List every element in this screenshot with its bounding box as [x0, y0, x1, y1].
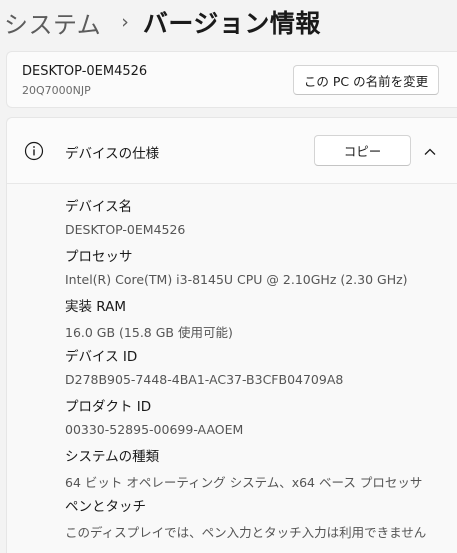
- device-name-card: DESKTOP-0EM4526 20Q7000NJP この PC の名前を変更: [6, 51, 457, 108]
- device-specs-card: デバイスの仕様 コピー デバイス名 DESKTOP-0EM4526 プロセッサ …: [6, 117, 457, 553]
- chevron-up-icon[interactable]: [421, 143, 439, 161]
- copy-button[interactable]: コピー: [314, 135, 411, 166]
- breadcrumb-parent[interactable]: システム: [0, 5, 101, 40]
- device-model: 20Q7000NJP: [22, 84, 91, 97]
- spec-label-ram: 実装 RAM: [65, 299, 127, 315]
- spec-label-product-id: プロダクト ID: [65, 399, 152, 415]
- device-name: DESKTOP-0EM4526: [22, 64, 148, 79]
- breadcrumb: システム › バージョン情報: [0, 0, 457, 44]
- spec-label-device-name: デバイス名: [65, 199, 133, 215]
- device-specs-header[interactable]: デバイスの仕様 コピー: [7, 118, 457, 184]
- rename-pc-button[interactable]: この PC の名前を変更: [293, 65, 439, 95]
- spec-label-device-id: デバイス ID: [65, 349, 138, 365]
- info-icon: [24, 141, 44, 161]
- device-specs-title: デバイスの仕様: [65, 146, 160, 162]
- spec-value-device-id: D278B905-7448-4BA1-AC37-B3CFB04709A8: [65, 372, 344, 387]
- spec-label-system-type: システムの種類: [65, 449, 160, 465]
- page-title: バージョン情報: [142, 9, 321, 38]
- spec-value-processor: Intel(R) Core(TM) i3-8145U CPU @ 2.10GHz…: [65, 272, 408, 287]
- spec-value-ram: 16.0 GB (15.8 GB 使用可能): [65, 325, 233, 340]
- spec-label-pen-touch: ペンとタッチ: [65, 499, 146, 515]
- breadcrumb-separator-icon: ›: [121, 11, 129, 33]
- spec-value-system-type: 64 ビット オペレーティング システム、x64 ベース プロセッサ: [65, 475, 423, 490]
- spec-label-processor: プロセッサ: [65, 249, 133, 265]
- spec-value-pen-touch: このディスプレイでは、ペン入力とタッチ入力は利用できません: [65, 525, 427, 540]
- spec-value-device-name: DESKTOP-0EM4526: [65, 222, 186, 237]
- spec-value-product-id: 00330-52895-00699-AAOEM: [65, 422, 244, 437]
